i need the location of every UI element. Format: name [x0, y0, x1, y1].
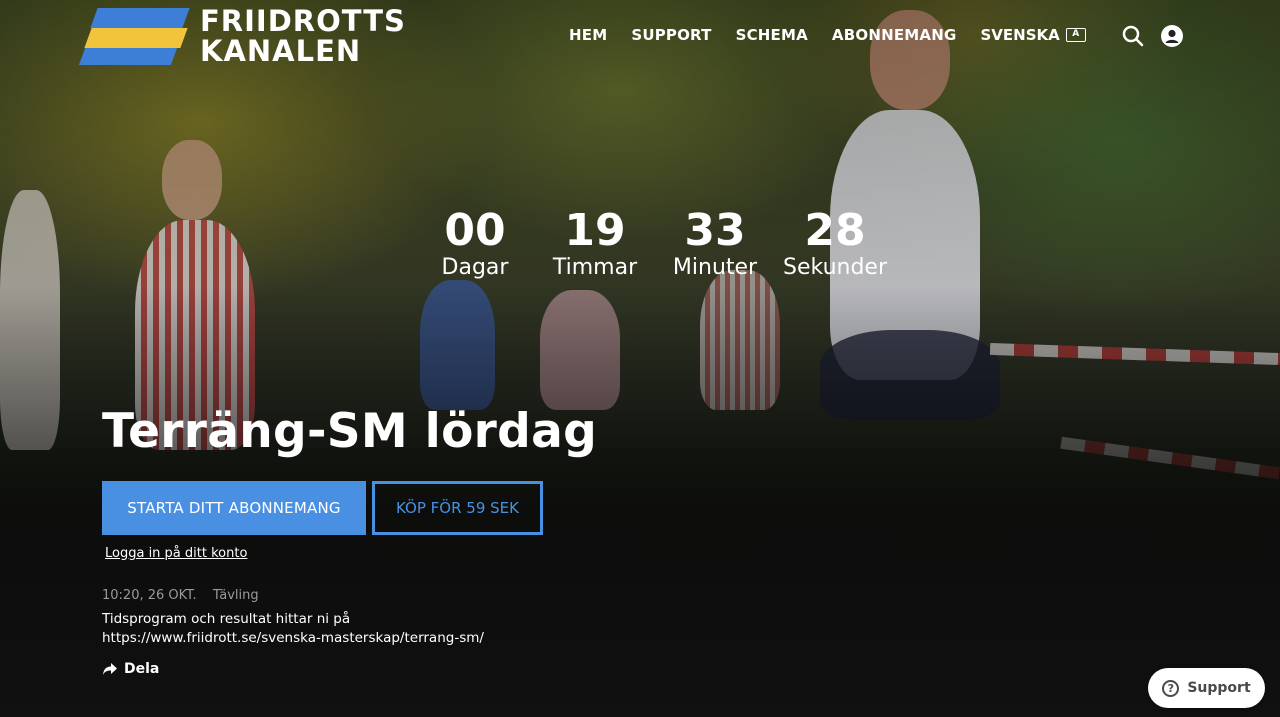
countdown-value: 33	[684, 205, 746, 256]
countdown-seconds: 28 Sekunder	[775, 205, 895, 281]
logo-wordmark: FRIIDROTTS KANALEN	[200, 6, 406, 66]
countdown-value: 28	[804, 205, 866, 256]
logo-line-2: KANALEN	[200, 34, 362, 68]
event-meta: 10:20, 26 OKT. Tävling	[102, 588, 259, 603]
countdown-label: Sekunder	[783, 255, 887, 280]
event-category: Tävling	[212, 588, 259, 603]
site-logo[interactable]: FRIIDROTTS KANALEN	[78, 6, 424, 68]
event-time: 10:20, 26 OKT.	[102, 588, 197, 603]
user-account-icon[interactable]	[1160, 24, 1184, 48]
countdown-timer: 00 Dagar 19 Timmar 33 Minuter 28 Sekunde…	[415, 205, 895, 281]
login-link[interactable]: Logga in på ditt konto	[105, 546, 247, 561]
search-icon[interactable]	[1121, 24, 1145, 48]
event-title: Terräng-SM lördag	[102, 404, 598, 459]
countdown-days: 00 Dagar	[415, 205, 535, 281]
event-description: Tidsprogram och resultat hittar ni på ht…	[102, 611, 484, 646]
buy-ticket-button[interactable]: KÖP FÖR 59 SEK	[372, 481, 543, 535]
language-selector[interactable]: SVENSKA A	[980, 26, 1086, 44]
nav-item-hem[interactable]: HEM	[569, 26, 607, 44]
logo-stripe-icon	[84, 28, 188, 48]
support-widget-button[interactable]: ? Support	[1148, 668, 1265, 708]
logo-line-1: FRIIDROTTS	[200, 4, 406, 38]
countdown-minutes: 33 Minuter	[655, 205, 775, 281]
share-arrow-icon	[103, 663, 117, 675]
main-nav: HEM SUPPORT SCHEMA ABONNEMANG SVENSKA A	[569, 26, 1086, 44]
countdown-label: Minuter	[672, 255, 758, 280]
logo-stripe-icon	[78, 48, 178, 65]
countdown-hours: 19 Timmar	[535, 205, 655, 281]
nav-item-abonnemang[interactable]: ABONNEMANG	[832, 26, 957, 44]
countdown-value: 19	[564, 205, 626, 256]
support-widget-label: Support	[1187, 680, 1251, 696]
countdown-label: Timmar	[552, 255, 638, 280]
countdown-label: Dagar	[441, 255, 509, 280]
countdown-value: 00	[444, 205, 506, 256]
language-label: SVENSKA	[980, 26, 1060, 44]
logo-stripe-icon	[90, 8, 190, 28]
translate-icon: A	[1065, 28, 1086, 42]
help-circle-icon: ?	[1162, 679, 1180, 697]
nav-item-support[interactable]: SUPPORT	[631, 26, 711, 44]
start-subscription-button[interactable]: STARTA DITT ABONNEMANG	[102, 481, 366, 535]
share-button[interactable]: Dela	[102, 661, 159, 677]
nav-item-schema[interactable]: SCHEMA	[736, 26, 808, 44]
share-label: Dela	[124, 661, 160, 677]
